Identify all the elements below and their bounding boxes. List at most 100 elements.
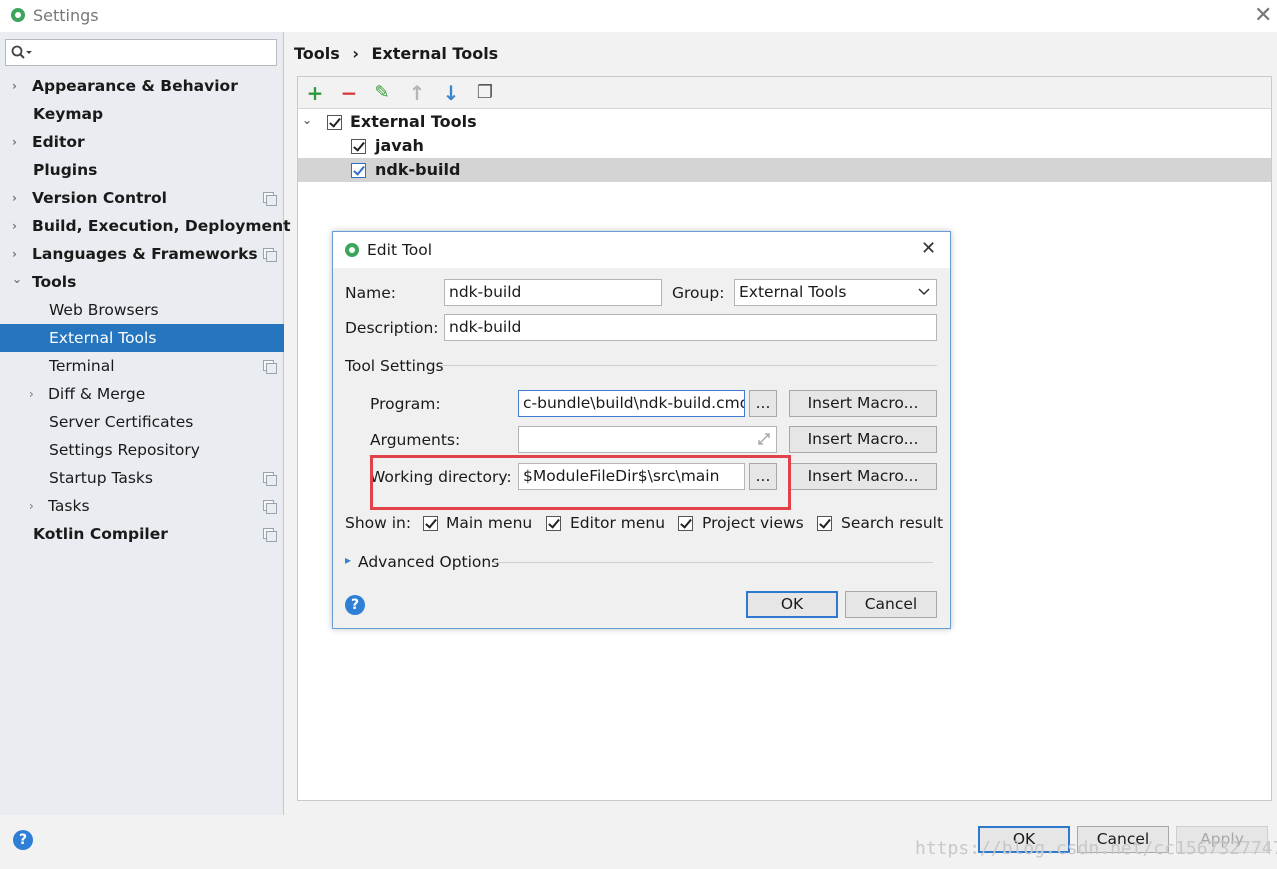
tool-settings-divider <box>441 365 937 366</box>
advanced-options-label[interactable]: Advanced Options <box>358 553 499 571</box>
group-checkbox[interactable] <box>327 115 342 130</box>
chevron-right-icon[interactable]: › <box>12 212 17 240</box>
sidebar-item-label: External Tools <box>49 329 157 347</box>
project-settings-icon <box>263 528 277 542</box>
sidebar-item-keymap[interactable]: Keymap <box>0 100 284 128</box>
sidebar-item-label: Tools <box>32 273 77 291</box>
sidebar-item-diff-merge[interactable]: › Diff & Merge <box>0 380 284 408</box>
group-label: Group: <box>672 284 725 302</box>
advanced-options-divider <box>493 562 933 563</box>
settings-search-input[interactable] <box>5 39 277 66</box>
dialog-ok-button[interactable]: OK <box>746 591 838 618</box>
sidebar-item-external-tools[interactable]: External Tools <box>0 324 284 352</box>
title-bar: Settings ✕ <box>0 0 1277 32</box>
sidebar-item-server-certificates[interactable]: Server Certificates <box>0 408 284 436</box>
tool-checkbox[interactable] <box>351 163 366 178</box>
android-studio-logo-icon <box>345 243 359 257</box>
name-input[interactable]: ndk-build <box>444 279 662 306</box>
sidebar-item-label: Tasks <box>48 497 90 515</box>
tools-toolbar: + − ✎ ↑ ↓ ❐ <box>298 77 1271 109</box>
chevron-right-icon[interactable]: › <box>12 72 17 100</box>
copy-icon[interactable]: ❐ <box>474 82 496 104</box>
sidebar-item-startup-tasks[interactable]: Startup Tasks <box>0 464 284 492</box>
sidebar-item-web-browsers[interactable]: Web Browsers <box>0 296 284 324</box>
move-down-icon[interactable]: ↓ <box>440 82 462 104</box>
arguments-input[interactable] <box>518 426 777 453</box>
add-icon[interactable]: + <box>304 82 326 104</box>
expand-icon[interactable] <box>757 432 771 446</box>
breadcrumb-separator: › <box>352 44 359 63</box>
sidebar-item-appearance-behavior[interactable]: › Appearance & Behavior <box>0 72 284 100</box>
sidebar-item-label: Languages & Frameworks <box>32 245 258 263</box>
project-settings-icon <box>263 472 277 486</box>
breadcrumb-current: External Tools <box>371 44 499 63</box>
sidebar-item-languages-frameworks[interactable]: › Languages & Frameworks <box>0 240 284 268</box>
project-settings-icon <box>263 500 277 514</box>
settings-help-icon[interactable]: ? <box>13 830 33 850</box>
main-menu-checkbox[interactable] <box>423 516 438 531</box>
arguments-label: Arguments: <box>370 431 461 449</box>
android-studio-logo-icon <box>11 8 25 22</box>
sidebar-item-tasks[interactable]: › Tasks <box>0 492 284 520</box>
sidebar-item-label: Version Control <box>32 189 167 207</box>
dialog-close-icon[interactable]: ✕ <box>921 240 936 258</box>
dialog-cancel-button[interactable]: Cancel <box>845 591 937 618</box>
tree-item-label: javah <box>375 136 424 155</box>
sidebar-item-label: Startup Tasks <box>49 469 153 487</box>
sidebar-item-settings-repository[interactable]: Settings Repository <box>0 436 284 464</box>
program-insert-macro-button[interactable]: Insert Macro... <box>789 390 937 417</box>
chevron-right-icon[interactable]: › <box>12 240 17 268</box>
chevron-right-icon[interactable]: › <box>29 380 34 408</box>
window-close-icon[interactable]: ✕ <box>1254 5 1272 27</box>
dialog-title-bar: Edit Tool ✕ <box>333 232 950 268</box>
sidebar-item-label: Kotlin Compiler <box>33 525 168 543</box>
sidebar-item-version-control[interactable]: › Version Control <box>0 184 284 212</box>
sidebar-item-label: Web Browsers <box>49 301 159 319</box>
project-settings-icon <box>263 248 277 262</box>
editor-menu-checkbox[interactable] <box>546 516 561 531</box>
main-menu-label: Main menu <box>446 514 533 532</box>
tool-checkbox[interactable] <box>351 139 366 154</box>
breadcrumb-parent[interactable]: Tools <box>294 44 340 63</box>
arguments-insert-macro-button[interactable]: Insert Macro... <box>789 426 937 453</box>
description-input[interactable]: ndk-build <box>444 314 937 341</box>
sidebar-item-label: Appearance & Behavior <box>32 77 238 95</box>
search-icon <box>11 45 32 59</box>
sidebar-item-editor[interactable]: › Editor <box>0 128 284 156</box>
dialog-title: Edit Tool <box>367 241 433 259</box>
edit-tool-dialog: Edit Tool ✕ Name: ndk-build Group: Exter… <box>332 231 951 629</box>
editor-menu-label: Editor menu <box>570 514 666 532</box>
sidebar-item-label: Build, Execution, Deployment <box>32 217 291 235</box>
group-select[interactable]: External Tools <box>734 279 937 306</box>
chevron-right-icon[interactable]: › <box>29 492 34 520</box>
program-browse-button[interactable]: ... <box>749 390 777 417</box>
chevron-down-icon[interactable]: ⌄ <box>302 108 312 132</box>
chevron-down-icon[interactable]: ⌄ <box>12 265 22 293</box>
program-input[interactable]: c-bundle\build\ndk-build.cmd <box>518 390 745 417</box>
chevron-down-icon <box>918 288 930 296</box>
sidebar-item-label: Settings Repository <box>49 441 200 459</box>
search-result-checkbox[interactable] <box>817 516 832 531</box>
search-result-label: Search result <box>841 514 944 532</box>
sidebar-item-plugins[interactable]: Plugins <box>0 156 284 184</box>
dialog-help-icon[interactable]: ? <box>345 595 365 615</box>
advanced-options-arrow-icon[interactable]: ▸ <box>345 553 351 567</box>
edit-icon[interactable]: ✎ <box>371 82 393 104</box>
project-views-checkbox[interactable] <box>678 516 693 531</box>
highlight-box <box>370 455 791 510</box>
tree-item-label: ndk-build <box>375 160 461 179</box>
chevron-right-icon[interactable]: › <box>12 184 17 212</box>
breadcrumb: Tools › External Tools <box>294 44 498 63</box>
chevron-right-icon[interactable]: › <box>12 128 17 156</box>
sidebar-item-tools[interactable]: ⌄ Tools <box>0 268 284 296</box>
sidebar-item-label: Editor <box>32 133 85 151</box>
sidebar-item-label: Keymap <box>33 105 104 123</box>
move-up-icon[interactable]: ↑ <box>406 82 428 104</box>
project-settings-icon <box>263 360 277 374</box>
sidebar-item-kotlin-compiler[interactable]: Kotlin Compiler <box>0 520 284 548</box>
sidebar-item-terminal[interactable]: Terminal <box>0 352 284 380</box>
tool-settings-label: Tool Settings <box>345 357 444 375</box>
sidebar-item-build-execution-deployment[interactable]: › Build, Execution, Deployment <box>0 212 291 240</box>
remove-icon[interactable]: − <box>338 82 360 104</box>
working-directory-insert-macro-button[interactable]: Insert Macro... <box>789 463 937 490</box>
